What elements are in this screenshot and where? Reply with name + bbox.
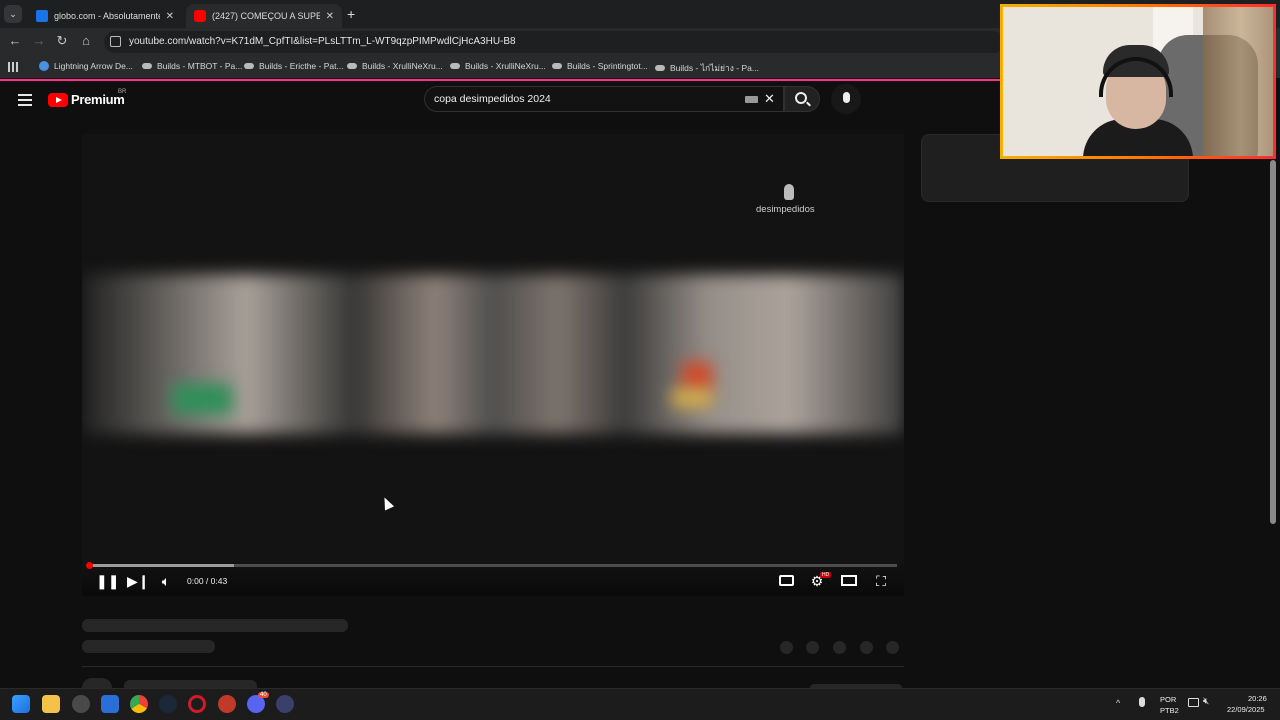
- home-icon[interactable]: ⌂: [78, 33, 94, 49]
- tab-globo[interactable]: globo.com - Absolutamente tu ✕: [28, 4, 182, 28]
- back-icon[interactable]: ←: [7, 33, 23, 49]
- action-placeholder: [780, 641, 793, 654]
- bookmark-item[interactable]: Builds - XrulliNeXru...: [347, 61, 443, 71]
- tab-title: (2427) COMEÇOU A SUPERCOP: [212, 11, 320, 21]
- app-icon[interactable]: [72, 695, 90, 713]
- close-tab-icon[interactable]: ✕: [166, 11, 174, 22]
- speaker-muted-icon[interactable]: 🔇︎: [1203, 696, 1209, 707]
- tab-youtube[interactable]: (2427) COMEÇOU A SUPERCOP ✕: [186, 4, 342, 28]
- app-icon[interactable]: [218, 695, 236, 713]
- bookmark-icon: [552, 63, 562, 69]
- next-icon[interactable]: ▶❙: [127, 573, 150, 589]
- bookmark-icon: [142, 63, 152, 69]
- bookmark-icon: [244, 63, 254, 69]
- hd-badge: HD: [820, 572, 832, 578]
- network-icon[interactable]: [1188, 698, 1199, 707]
- action-placeholder: [806, 641, 819, 654]
- tray-chevron-icon[interactable]: ^: [1116, 698, 1120, 708]
- progress-scrubber[interactable]: [86, 562, 93, 569]
- logo-text[interactable]: Premium: [71, 92, 125, 107]
- youtube-logo-icon[interactable]: [48, 93, 68, 107]
- youtube-favicon-icon: [194, 10, 206, 22]
- region-code: BR: [118, 89, 127, 95]
- video-frame-accent-green: [172, 384, 232, 414]
- menu-icon[interactable]: [18, 94, 32, 109]
- pause-icon[interactable]: ❚❚: [96, 573, 119, 589]
- globo-favicon-icon: [36, 10, 48, 22]
- close-tab-icon[interactable]: ✕: [326, 11, 334, 22]
- action-placeholder: [886, 641, 899, 654]
- bookmark-icon: [39, 61, 49, 71]
- app-icon[interactable]: [276, 695, 294, 713]
- apps-grid-icon[interactable]: [8, 62, 18, 72]
- bookmark-item[interactable]: Builds - MTBOT - Pa...: [142, 61, 242, 71]
- webcam-shelf: [1203, 7, 1273, 156]
- bookmark-item[interactable]: Builds - Ericthe - Pat...: [244, 61, 344, 71]
- tab-title: globo.com - Absolutamente tu: [54, 11, 160, 21]
- bookmark-icon: [450, 63, 460, 69]
- clock-time[interactable]: 20:26: [1248, 694, 1267, 703]
- channel-name-placeholder: [124, 680, 257, 688]
- subtitles-icon[interactable]: [777, 573, 795, 589]
- progress-buffered: [89, 564, 235, 567]
- site-info-icon[interactable]: [110, 36, 121, 47]
- time-display: 0:00 / 0:43: [187, 576, 228, 586]
- language-line2[interactable]: PTB2: [1160, 706, 1179, 715]
- bookmark-icon: [347, 63, 357, 69]
- keyboard-icon[interactable]: [745, 96, 758, 103]
- video-frame-accent-yellow: [672, 389, 712, 407]
- app-icon[interactable]: [101, 695, 119, 713]
- channel-placeholder: [82, 678, 112, 688]
- fullscreen-icon[interactable]: ⛶: [872, 573, 890, 589]
- microphone-tray-icon[interactable]: [1139, 697, 1145, 707]
- new-tab-icon[interactable]: +: [347, 6, 355, 22]
- desimpedidos-logo-icon: [784, 184, 794, 200]
- bookmark-icon: [655, 65, 665, 71]
- bookmark-item[interactable]: Builds - XrulliNeXru...: [450, 61, 546, 71]
- channel-watermark: desimpedidos: [756, 204, 815, 215]
- clear-search-icon[interactable]: ✕: [764, 91, 775, 107]
- microphone-icon: [843, 92, 850, 103]
- video-frame-accent-red: [682, 362, 712, 392]
- steam-icon[interactable]: [159, 695, 177, 713]
- clock-date[interactable]: 22/09/2025: [1227, 705, 1265, 714]
- theater-mode-icon[interactable]: [840, 573, 858, 589]
- windows-start-icon[interactable]: [12, 695, 30, 713]
- search-value[interactable]: copa desimpedidos 2024: [434, 93, 551, 105]
- video-player[interactable]: desimpedidos: [82, 134, 904, 596]
- page-scrollbar[interactable]: [1270, 160, 1276, 524]
- action-placeholder: [833, 641, 846, 654]
- url-text[interactable]: youtube.com/watch?v=K71dM_CpfTI&list=PLs…: [129, 36, 516, 47]
- subtitle-placeholder: [82, 640, 215, 653]
- bookmark-item[interactable]: Builds - Sprintingtot...: [552, 61, 648, 71]
- reload-icon[interactable]: ↻: [54, 33, 70, 49]
- action-placeholder: [860, 641, 873, 654]
- chrome-icon[interactable]: [130, 695, 148, 713]
- tab-list-button[interactable]: ⌄: [4, 5, 22, 23]
- discord-badge: 40: [258, 692, 269, 698]
- bookmark-item[interactable]: Builds - ไก่ไม่ย่าง - Pa...: [655, 61, 759, 75]
- volume-icon[interactable]: 🔈︎: [157, 573, 175, 589]
- section-divider: [82, 666, 904, 667]
- webcam-overlay: [1000, 4, 1276, 159]
- file-explorer-icon[interactable]: [42, 695, 60, 713]
- forward-icon[interactable]: →: [31, 33, 47, 49]
- language-line1[interactable]: POR: [1160, 695, 1176, 704]
- title-placeholder: [82, 619, 348, 632]
- opera-icon[interactable]: [188, 695, 206, 713]
- bookmark-item[interactable]: Lightning Arrow De...: [39, 61, 133, 71]
